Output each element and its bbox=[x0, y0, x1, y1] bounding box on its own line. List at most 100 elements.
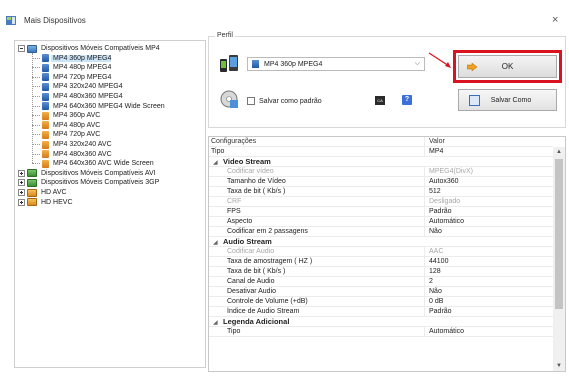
expand-icon[interactable] bbox=[18, 189, 25, 196]
collapse-triangle-icon[interactable]: ◢ bbox=[213, 239, 223, 246]
grid-row-key: Taxa de amostragem ( HZ ) bbox=[209, 257, 425, 266]
grid-group-row[interactable]: ◢ Legenda Adicional bbox=[209, 317, 553, 327]
expand-icon[interactable] bbox=[18, 169, 25, 177]
tree-node-profile[interactable]: MP4 480p AVC bbox=[42, 121, 100, 130]
expand-icon[interactable] bbox=[18, 179, 25, 187]
grid-row-value[interactable]: 44100 bbox=[425, 257, 553, 266]
save-as-button[interactable]: Salvar Como bbox=[458, 89, 557, 111]
tree-node-folder[interactable]: HD AVC bbox=[18, 188, 67, 197]
grid-row[interactable]: Taxa de amostragem ( HZ ) 44100 bbox=[209, 257, 553, 267]
grid-row-value[interactable]: Padrão bbox=[425, 207, 553, 216]
scroll-thumb[interactable] bbox=[555, 159, 563, 309]
grid-row[interactable]: FPS Padrão bbox=[209, 207, 553, 217]
collapse-triangle-icon[interactable]: ◢ bbox=[213, 159, 223, 166]
grid-row-value[interactable]: Automático bbox=[425, 327, 553, 336]
tree-node-profile[interactable]: MP4 720p MPEG4 bbox=[42, 73, 111, 82]
tree-node-profile[interactable]: MP4 320x240 AVC bbox=[42, 140, 112, 149]
grid-row[interactable]: Controle de Volume (+dB) 0 dB bbox=[209, 297, 553, 307]
grid-row-value[interactable]: 2 bbox=[425, 277, 553, 286]
grid-row-key: Aspecto bbox=[209, 217, 425, 226]
video-file-icon bbox=[42, 54, 49, 63]
grid-row[interactable]: Tamanho de Vídeo Autox360 bbox=[209, 177, 553, 187]
arrow-right-icon bbox=[467, 62, 477, 71]
collapse-icon[interactable] bbox=[18, 45, 25, 52]
grid-header: Configurações Valor bbox=[209, 137, 553, 147]
grid-row[interactable]: Tipo MP4 bbox=[209, 147, 553, 157]
folder-icon bbox=[27, 44, 37, 53]
tree-node-folder[interactable]: Dispositivos Móveis Compatíveis 3GP bbox=[18, 178, 159, 187]
tree-node-label: Dispositivos Móveis Compatíveis MP4 bbox=[41, 45, 160, 52]
grid-group-row[interactable]: ◢ Video Stream bbox=[209, 157, 553, 167]
tree-node-profile[interactable]: MP4 480x360 AVC bbox=[42, 150, 112, 159]
grid-row-key: Índice de Audio Stream bbox=[209, 307, 425, 316]
grid-row-value[interactable]: Não bbox=[425, 287, 553, 296]
tree-connector bbox=[32, 96, 40, 97]
ca-badge-icon[interactable]: CA bbox=[375, 96, 385, 105]
grid-row[interactable]: Taxa de bit ( Kb/s ) 512 bbox=[209, 187, 553, 197]
grid-row[interactable]: Codificar vídeo MPEG4(DivX) bbox=[209, 167, 553, 177]
grid-row-value[interactable]: MP4 bbox=[425, 147, 553, 156]
grid-row[interactable]: Codificar em 2 passagens Não bbox=[209, 227, 553, 237]
grid-row[interactable]: Taxa de bit ( Kb/s ) 128 bbox=[209, 267, 553, 277]
scroll-down-icon[interactable]: ▼ bbox=[553, 361, 565, 371]
grid-row-key: Taxa de bit ( Kb/s ) bbox=[209, 267, 425, 276]
save-icon bbox=[469, 94, 480, 106]
settings-grid[interactable]: Configurações Valor Tipo MP4 ◢ Video Stream… bbox=[208, 136, 566, 372]
tree-node-label: MP4 360p MPEG4 bbox=[51, 54, 112, 62]
tree-node-profile[interactable]: MP4 640x360 AVC Wide Screen bbox=[42, 159, 154, 168]
grid-row-key: Canal de Audio bbox=[209, 277, 425, 286]
grid-group-label: Audio Stream bbox=[223, 237, 272, 246]
grid-row-value[interactable]: 512 bbox=[425, 187, 553, 196]
grid-row-value[interactable]: Desligado bbox=[425, 197, 553, 206]
grid-row-key: ◢ Audio Stream bbox=[209, 237, 425, 246]
grid-row[interactable]: Aspecto Automático bbox=[209, 217, 553, 227]
grid-group-row[interactable]: ◢ Audio Stream bbox=[209, 237, 553, 247]
profile-select[interactable]: MP4 360p MPEG4 ⌵ bbox=[247, 57, 425, 71]
tree-node-profile[interactable]: MP4 320x240 MPEG4 bbox=[42, 82, 123, 91]
mp4-file-icon bbox=[252, 60, 259, 68]
grid-header-value: Valor bbox=[429, 138, 445, 145]
save-as-default-checkbox[interactable]: Salvar como padrão bbox=[247, 97, 322, 105]
grid-row-value[interactable]: AAC bbox=[425, 247, 553, 256]
checkbox-box[interactable] bbox=[247, 97, 255, 105]
tree-node-folder[interactable]: Dispositivos Móveis Compatíveis AVI bbox=[18, 169, 156, 178]
tree-node-profile[interactable]: MP4 360p MPEG4 bbox=[42, 54, 112, 63]
collapse-triangle-icon[interactable]: ◢ bbox=[213, 319, 223, 326]
tree-node-profile[interactable]: MP4 360p AVC bbox=[42, 111, 100, 120]
scroll-up-icon[interactable]: ▲ bbox=[553, 147, 565, 157]
window-title: Mais Dispositivos bbox=[24, 16, 86, 25]
close-icon[interactable]: × bbox=[552, 14, 558, 26]
tree-node-profile[interactable]: MP4 720p AVC bbox=[42, 130, 100, 139]
grid-row-value[interactable] bbox=[425, 317, 553, 326]
tree-node-root[interactable]: Dispositivos Móveis Compatíveis MP4 bbox=[18, 44, 160, 53]
grid-row-value[interactable] bbox=[425, 157, 553, 166]
grid-scrollbar[interactable]: ▲ ▼ bbox=[553, 147, 565, 371]
grid-row-key: Tipo bbox=[209, 147, 425, 156]
grid-row-value[interactable]: Padrão bbox=[425, 307, 553, 316]
grid-row[interactable]: Codificar Audio AAC bbox=[209, 247, 553, 257]
tree-node-label: MP4 480p AVC bbox=[53, 121, 101, 129]
grid-row-value[interactable]: 0 dB bbox=[425, 297, 553, 306]
grid-row[interactable]: Canal de Audio 2 bbox=[209, 277, 553, 287]
grid-row-value[interactable]: Não bbox=[425, 227, 553, 236]
tree-connector bbox=[32, 163, 40, 165]
grid-row[interactable]: Tipo Automático bbox=[209, 327, 553, 337]
help-icon[interactable]: ? bbox=[402, 95, 412, 105]
grid-row[interactable]: CRF Desligado bbox=[209, 197, 553, 207]
grid-row[interactable]: Índice de Audio Stream Padrão bbox=[209, 307, 553, 317]
device-tree[interactable]: Dispositivos Móveis Compatíveis MP4 MP4 3… bbox=[14, 40, 206, 368]
expand-icon[interactable] bbox=[18, 198, 25, 206]
grid-row-value[interactable]: Automático bbox=[425, 217, 553, 226]
ok-button[interactable]: OK bbox=[458, 55, 557, 78]
tree-node-profile[interactable]: MP4 640x360 MPEG4 Wide Screen bbox=[42, 102, 165, 111]
grid-row-value[interactable]: Autox360 bbox=[425, 177, 553, 186]
grid-row-value[interactable] bbox=[425, 237, 553, 246]
grid-row[interactable]: Desativar Audio Não bbox=[209, 287, 553, 297]
grid-row-value[interactable]: MPEG4(DivX) bbox=[425, 167, 553, 176]
tree-node-profile[interactable]: MP4 480p MPEG4 bbox=[42, 63, 111, 72]
tree-connector bbox=[32, 124, 40, 126]
tree-node-profile[interactable]: MP4 480x360 MPEG4 bbox=[42, 92, 123, 101]
tree-node-folder[interactable]: HD HEVC bbox=[18, 198, 73, 207]
tree-connector bbox=[32, 115, 40, 117]
grid-row-value[interactable]: 128 bbox=[425, 267, 553, 276]
